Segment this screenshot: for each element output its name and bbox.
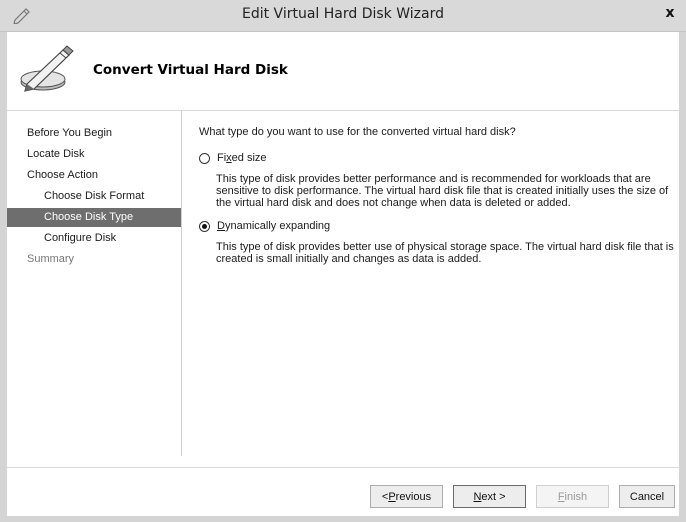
question-text: What type do you want to use for the con… [199, 126, 516, 138]
step-summary: Summary [27, 253, 75, 265]
wizard-steps-nav: Before You Begin Locate Disk Choose Acti… [7, 111, 182, 456]
dynamically-expanding-label[interactable]: Dynamically expanding [217, 220, 330, 232]
step-configure-disk[interactable]: Configure Disk [7, 229, 181, 248]
page-title: Convert Virtual Hard Disk [93, 62, 288, 78]
dynamically-expanding-radio[interactable] [199, 220, 210, 232]
fixed-size-radio[interactable] [199, 152, 210, 164]
step-choose-disk-format[interactable]: Choose Disk Format [7, 187, 181, 206]
window-title: Edit Virtual Hard Disk Wizard [242, 6, 444, 22]
dynamically-expanding-option[interactable]: Dynamically expanding [199, 218, 330, 234]
fixed-size-description: This type of disk provides better perfor… [216, 173, 669, 209]
wizard-header: Convert Virtual Hard Disk [7, 32, 679, 111]
step-choose-disk-type[interactable]: Choose Disk Type [7, 208, 181, 227]
title-bar[interactable]: Edit Virtual Hard Disk Wizard x [0, 0, 686, 32]
cancel-button[interactable]: Cancel [619, 485, 675, 508]
finish-button: Finish [536, 485, 609, 508]
disk-pencil-icon [20, 45, 74, 92]
next-button[interactable]: Next > [453, 485, 526, 508]
wizard-footer: < Previous Next > Finish Cancel [7, 467, 679, 516]
previous-button[interactable]: < Previous [370, 485, 443, 508]
fixed-size-option[interactable]: Fixed size [199, 150, 267, 166]
fixed-size-label[interactable]: Fixed size [217, 152, 267, 164]
dynamically-expanding-description: This type of disk provides better use of… [216, 241, 674, 265]
wizard-window: Edit Virtual Hard Disk Wizard x Convert … [0, 0, 686, 522]
close-icon[interactable]: x [658, 2, 682, 24]
step-locate-disk[interactable]: Locate Disk [7, 145, 181, 164]
step-before-you-begin[interactable]: Before You Begin [7, 124, 181, 143]
step-choose-action[interactable]: Choose Action [7, 166, 181, 185]
wizard-content: What type do you want to use for the con… [199, 111, 679, 456]
